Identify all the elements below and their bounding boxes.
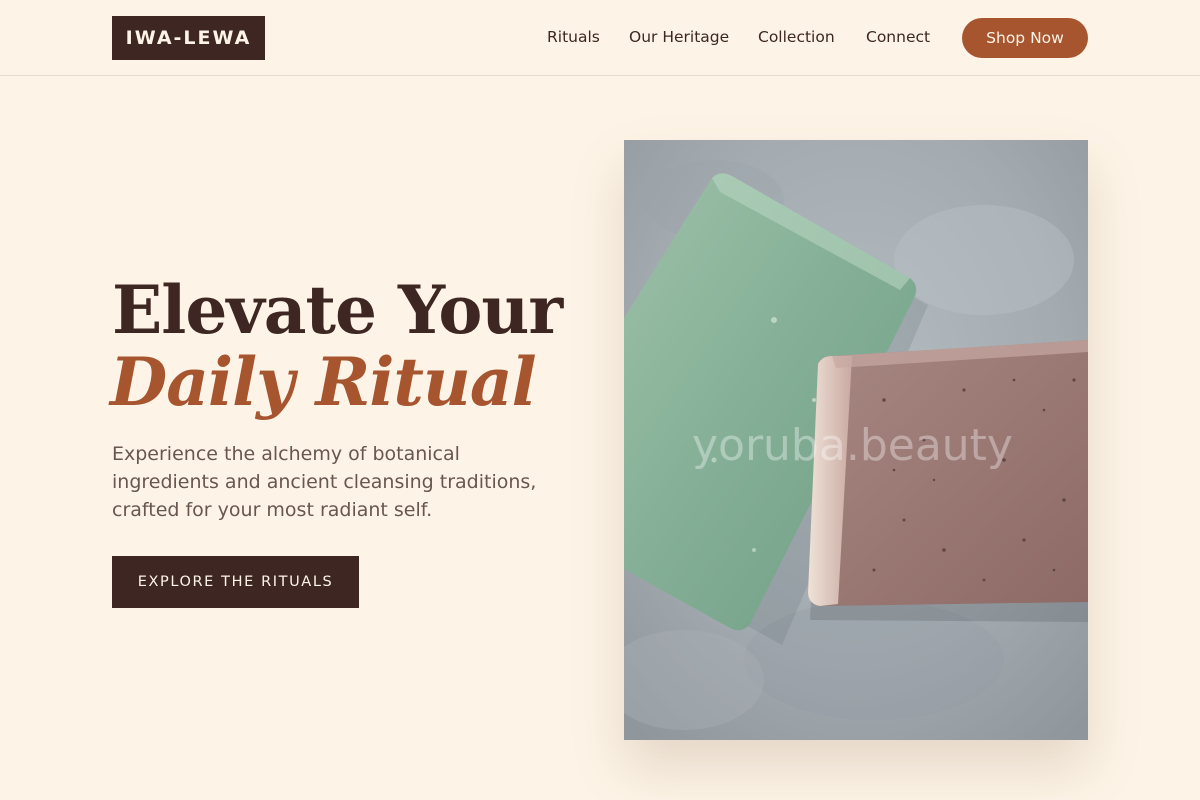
brand-logo[interactable]: IWA-LEWA: [112, 16, 265, 60]
nav-link-connect[interactable]: Connect: [866, 27, 930, 47]
nav-link-our-heritage[interactable]: Our Heritage: [629, 27, 729, 47]
nav-link-rituals[interactable]: Rituals: [547, 27, 600, 47]
nav-link-collection[interactable]: Collection: [758, 27, 835, 47]
shop-now-button[interactable]: Shop Now: [962, 18, 1088, 58]
soap-bars-photo: [624, 140, 1088, 740]
hero-product-image: [624, 140, 1088, 740]
site-header: IWA-LEWA Rituals Our Heritage Collection…: [0, 0, 1200, 76]
hero-description: Experience the alchemy of botanical ingr…: [112, 443, 537, 521]
hero-title-line-2: Daily Ritual: [110, 343, 537, 421]
hero-title-line-1: Elevate Your: [112, 271, 563, 349]
explore-rituals-button[interactable]: EXPLORE THE RITUALS: [112, 556, 359, 608]
